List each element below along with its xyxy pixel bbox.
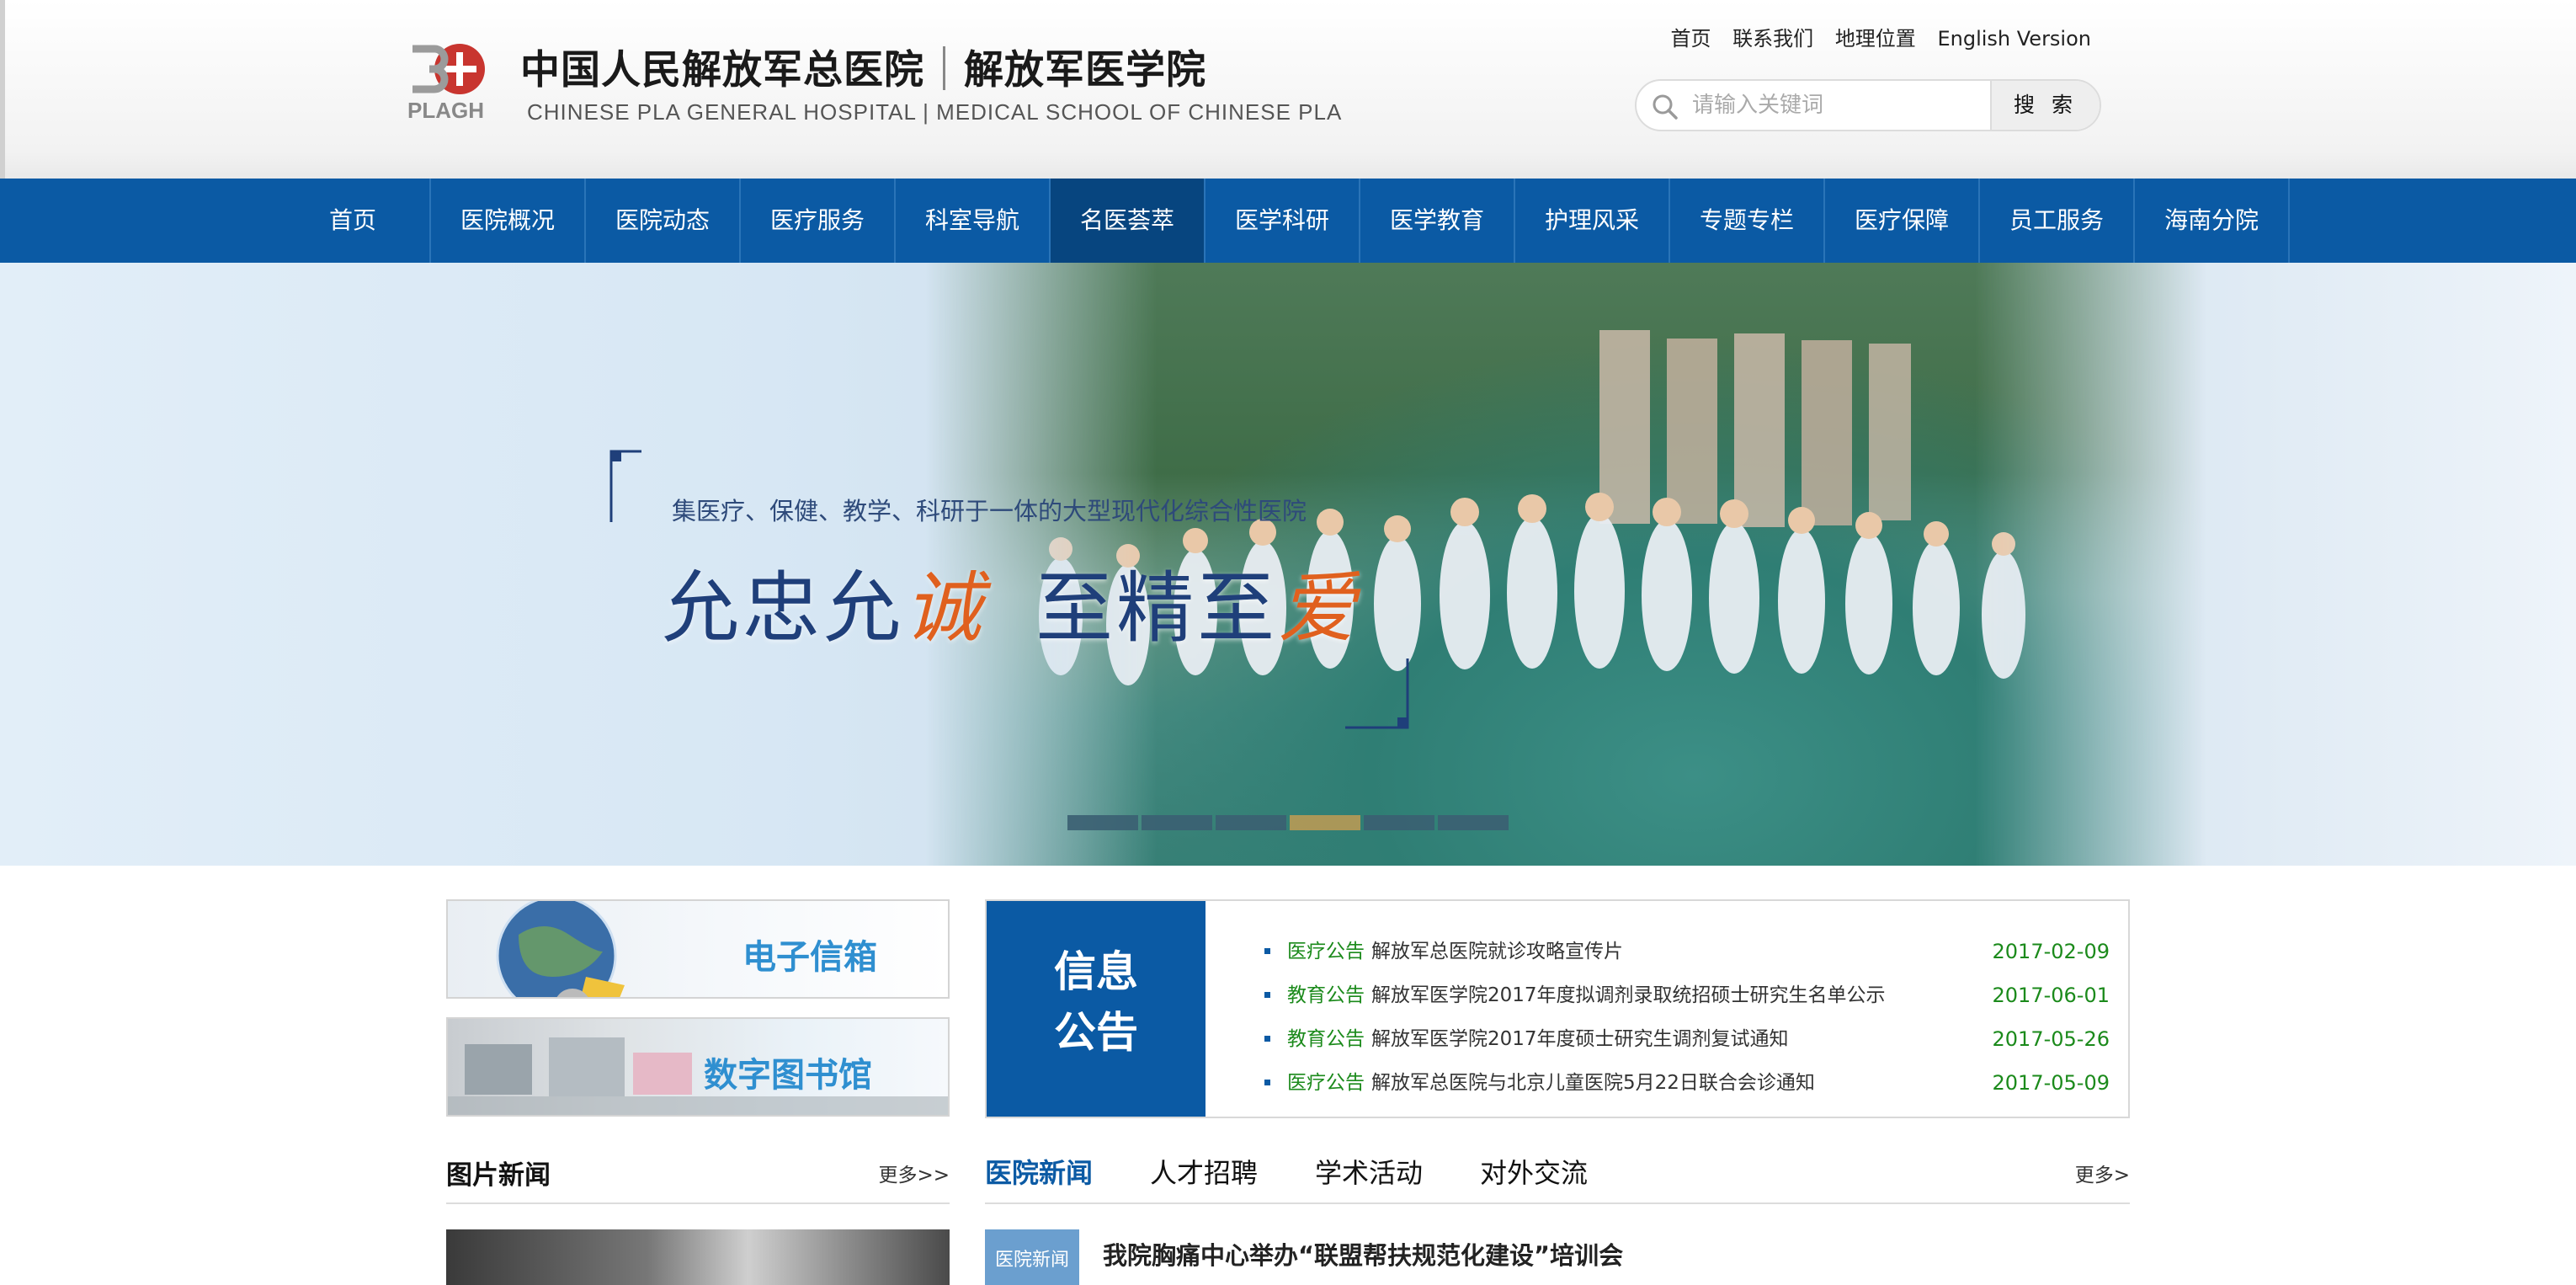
notice-item[interactable]: 教育公告 解放军医学院2017年度硕士研究生调剂复试通知 2017-05-26	[1264, 1012, 2110, 1056]
banner-bracket-top	[609, 450, 641, 522]
banner-pagination	[1067, 815, 1512, 830]
slogan-char-highlight: 爱	[1278, 563, 1360, 653]
top-link-home[interactable]: 首页	[1671, 27, 1711, 51]
info-notice-panel: 信息 公告 医疗公告 解放军总医院就诊攻略宣传片 2017-02-09 教育公告解…	[985, 899, 2130, 1118]
notice-tag[interactable]: 教育公告	[1287, 1028, 1365, 1050]
slide-indicator-4[interactable]	[1290, 815, 1360, 830]
nav-item-nursing[interactable]: 护理风采	[1515, 179, 1670, 263]
site-header: PLAGH 中国人民解放军总医院 解放军医学院 CHINESE PLA GENER…	[0, 0, 2576, 179]
notice-item[interactable]: 医疗公告 解放军总医院与北京儿童医院5月22日联合会诊通知 2017-05-09	[1264, 1056, 2110, 1100]
banner-slogan: 允忠允诚 至精至爱	[662, 546, 1359, 658]
top-links: 首页 联系我们 地理位置 English Version	[1656, 22, 2091, 51]
tab-exchange[interactable]: 对外交流	[1480, 1152, 1588, 1191]
news-headline[interactable]: 我院胸痛中心举办“联盟帮扶规范化建设”培训会	[1103, 1236, 1623, 1272]
email-link[interactable]: 电子信箱	[446, 899, 950, 999]
nav-item-special-topics[interactable]: 专题专栏	[1670, 179, 1825, 263]
top-link-english[interactable]: English Version	[1937, 27, 2091, 51]
bullet-icon	[1264, 1080, 1270, 1085]
digital-library-link[interactable]: 数字图书馆	[446, 1017, 950, 1117]
hospital-name-cn: 中国人民解放军总医院	[520, 47, 924, 93]
notice-heading: 信息 公告	[987, 901, 1206, 1117]
photo-news-title: 图片新闻	[446, 1160, 551, 1191]
nav-item-overview[interactable]: 医院概况	[431, 179, 586, 263]
logo-text: PLAGH	[407, 98, 484, 123]
bullet-icon	[1264, 1036, 1270, 1042]
photo-news-image[interactable]	[446, 1229, 950, 1285]
slide-indicator-3[interactable]	[1216, 815, 1286, 830]
site-title-cn: 中国人民解放军总医院 解放军医学院	[520, 37, 1206, 95]
search-input[interactable]	[1690, 81, 1943, 130]
banner-bracket-bottom	[1345, 658, 1409, 729]
bullet-icon	[1264, 948, 1270, 954]
notice-date: 2017-05-09	[1992, 1071, 2110, 1095]
notice-item[interactable]: 医疗公告 解放军总医院就诊攻略宣传片 2017-02-09	[1264, 925, 2110, 968]
news-tabs-header: 医院新闻 人才招聘 学术活动 对外交流 更多>	[985, 1147, 2130, 1204]
tab-recruitment[interactable]: 人才招聘	[1150, 1152, 1258, 1191]
notice-tag[interactable]: 医疗公告	[1287, 941, 1365, 962]
notice-list: 医疗公告 解放军总医院就诊攻略宣传片 2017-02-09 教育公告 解放军医学院2…	[1264, 925, 2110, 1100]
banner-subtitle: 集医疗、保健、教学、科研于一体的大型现代化综合性医院	[672, 497, 1307, 525]
nav-item-medical-service[interactable]: 医疗服务	[741, 179, 896, 263]
nav-item-medical-insurance[interactable]: 医疗保障	[1825, 179, 1980, 263]
nav-item-news[interactable]: 医院动态	[586, 179, 741, 263]
news-category-badge: 医院新闻	[985, 1229, 1079, 1285]
library-photo	[448, 1037, 948, 1115]
notice-title[interactable]: 解放军总医院就诊攻略宣传片	[1371, 941, 1623, 962]
notice-heading-line1: 信息	[1054, 947, 1138, 996]
slogan-char: 至	[1035, 563, 1117, 653]
school-name-cn: 解放军医学院	[964, 47, 1206, 93]
slogan-char-highlight: 诚	[904, 563, 986, 653]
slide-indicator-2[interactable]	[1142, 815, 1212, 830]
nav-item-hainan-branch[interactable]: 海南分院	[2135, 179, 2290, 263]
tab-hospital-news[interactable]: 医院新闻	[985, 1152, 1093, 1191]
hospital-logo[interactable]: PLAGH	[407, 37, 497, 128]
nav-item-departments[interactable]: 科室导航	[896, 179, 1051, 263]
search-button[interactable]: 搜 索	[1990, 81, 2100, 130]
bullet-icon	[1264, 992, 1270, 998]
main-nav: 首页 医院概况 医院动态 医疗服务 科室导航 名医荟萃 医学科研 医学教育 护理…	[0, 179, 2576, 263]
slogan-char: 允	[662, 563, 743, 653]
search-icon	[1653, 94, 1678, 120]
notice-tag[interactable]: 教育公告	[1287, 984, 1365, 1006]
email-link-label: 电子信箱	[742, 938, 877, 977]
nav-item-famous-doctors[interactable]: 名医荟萃	[1051, 179, 1206, 263]
photo-news-more-link[interactable]: 更多>>	[878, 1159, 950, 1187]
notice-tag[interactable]: 医疗公告	[1287, 1072, 1365, 1094]
slogan-char: 忠	[742, 563, 824, 653]
title-divider	[943, 46, 945, 90]
photo-news-header: 图片新闻 更多>>	[446, 1147, 950, 1204]
nav-item-education[interactable]: 医学教育	[1360, 179, 1515, 263]
hero-banner[interactable]: 集医疗、保健、教学、科研于一体的大型现代化综合性医院 允忠允诚 至精至爱	[0, 263, 2576, 866]
notice-item[interactable]: 教育公告 解放军医学院2017年度拟调剂录取统招硕士研究生名单公示 2017-06…	[1264, 968, 2110, 1012]
notice-title[interactable]: 解放军医学院2017年度拟调剂录取统招硕士研究生名单公示	[1371, 984, 1886, 1006]
slogan-char: 允	[823, 563, 905, 653]
notice-title[interactable]: 解放军总医院与北京儿童医院5月22日联合会诊通知	[1371, 1072, 1815, 1094]
slide-indicator-6[interactable]	[1438, 815, 1509, 830]
nav-item-staff-service[interactable]: 员工服务	[1980, 179, 2135, 263]
tab-academic[interactable]: 学术活动	[1315, 1152, 1423, 1191]
news-tabs: 医院新闻 人才招聘 学术活动 对外交流	[985, 1152, 1645, 1191]
top-link-location[interactable]: 地理位置	[1835, 27, 1916, 51]
top-link-contact[interactable]: 联系我们	[1732, 27, 1813, 51]
search-box: 搜 索	[1635, 79, 2101, 131]
notice-title[interactable]: 解放军医学院2017年度硕士研究生调剂复试通知	[1371, 1028, 1789, 1050]
globe-icon	[496, 901, 625, 997]
notice-heading-line2: 公告	[1054, 1008, 1138, 1057]
site-title-en: CHINESE PLA GENERAL HOSPITAL | MEDICAL S…	[527, 99, 1343, 125]
slogan-char: 精	[1116, 563, 1198, 653]
nav-item-home[interactable]: 首页	[276, 179, 431, 263]
slogan-char: 至	[1197, 563, 1279, 653]
news-more-link[interactable]: 更多>	[2075, 1159, 2130, 1187]
slide-indicator-5[interactable]	[1364, 815, 1434, 830]
digital-library-label: 数字图书馆	[704, 1056, 872, 1095]
slide-indicator-1[interactable]	[1067, 815, 1138, 830]
nav-item-research[interactable]: 医学科研	[1206, 179, 1360, 263]
